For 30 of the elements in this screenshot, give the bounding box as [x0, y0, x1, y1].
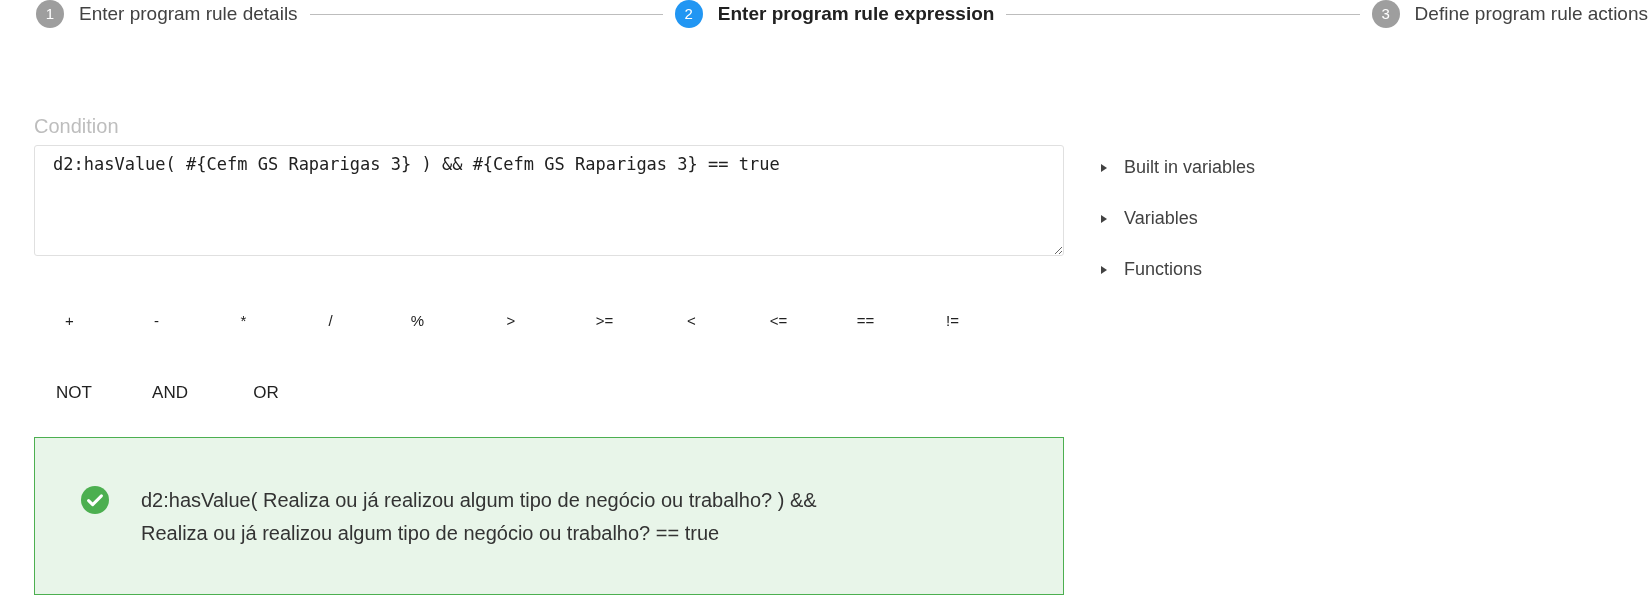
- caret-right-icon: [1100, 163, 1108, 172]
- operator-button[interactable]: >: [461, 303, 561, 339]
- step-number: 3: [1371, 0, 1400, 28]
- logic-button[interactable]: OR: [218, 375, 314, 411]
- field-label: Condition: [34, 114, 120, 138]
- expandable-section[interactable]: Functions: [1100, 256, 1256, 283]
- step-label: Enter program rule details: [79, 1, 298, 26]
- caret-right-icon: [1100, 214, 1108, 223]
- operator-button[interactable]: +: [26, 303, 113, 339]
- check-circle-icon: [81, 486, 109, 514]
- operator-button[interactable]: -: [113, 303, 200, 339]
- caret-right-icon: [1100, 265, 1108, 274]
- expandable-section[interactable]: Variables: [1100, 205, 1256, 232]
- step-label: Enter program rule expression: [717, 1, 995, 26]
- step-number: 1: [36, 0, 64, 28]
- validation-message: d2:hasValue( Realiza ou já realizou algum tipo de negócio ou trabalho? ) && Realiza ou já realizou algum tipo de negócio ou trabalho? == true: [141, 488, 817, 546]
- step-number: 2: [674, 0, 703, 28]
- operator-button[interactable]: %: [374, 303, 461, 339]
- condition-field[interactable]: d2:hasValue( #{Cefm GS Raparigas 3} ) && #{Cefm GS Raparigas 3} == true: [34, 145, 1064, 256]
- operator-button[interactable]: >=: [561, 303, 648, 339]
- expandable-section[interactable]: Built in variables: [1100, 154, 1256, 181]
- logic-button[interactable]: AND: [122, 375, 218, 411]
- step-label: Define program rule actions: [1414, 1, 1648, 26]
- operator-button[interactable]: /: [287, 303, 374, 339]
- operator-button[interactable]: <=: [735, 303, 822, 339]
- operator-button[interactable]: ==: [822, 303, 909, 339]
- logic-button[interactable]: NOT: [26, 375, 122, 411]
- operator-button[interactable]: *: [200, 303, 287, 339]
- operator-button[interactable]: <: [648, 303, 735, 339]
- operator-button[interactable]: !=: [909, 303, 996, 339]
